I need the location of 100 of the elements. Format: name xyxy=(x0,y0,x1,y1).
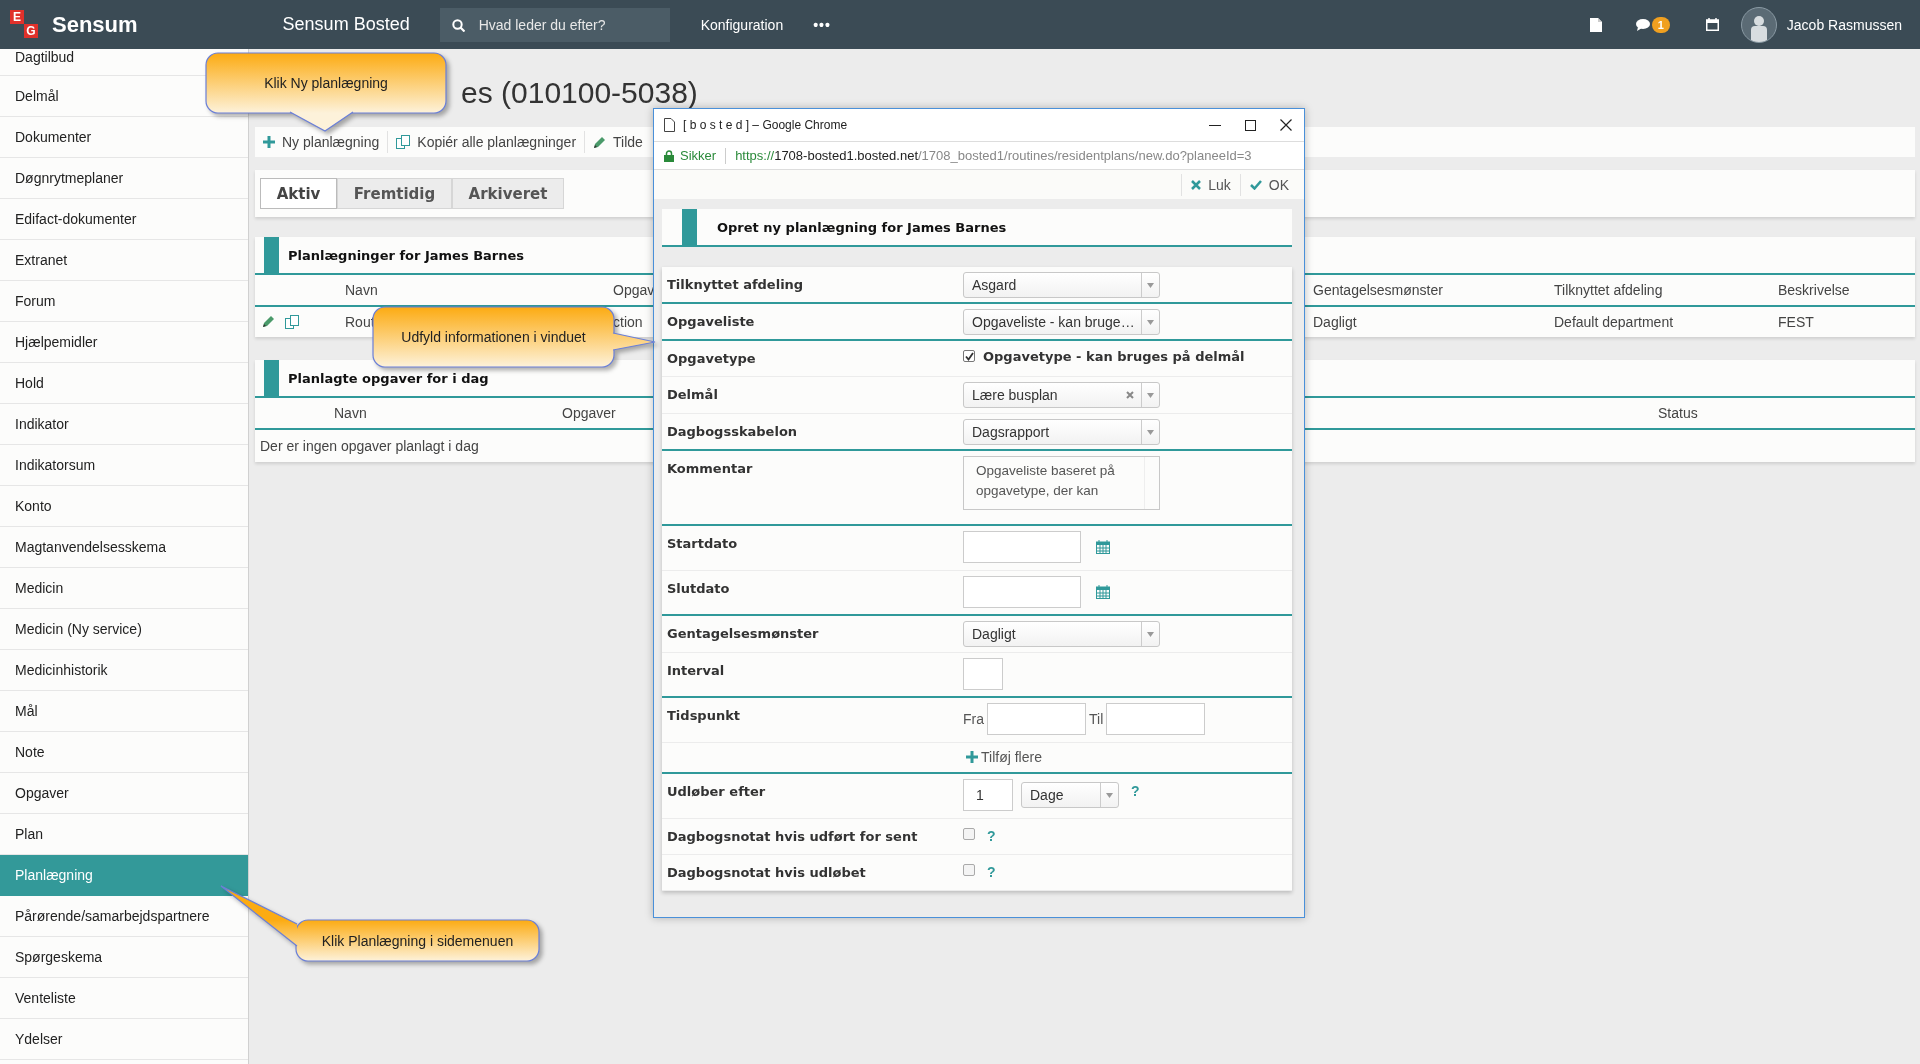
menu-link[interactable]: Konfiguration xyxy=(700,16,784,33)
sidebar-item[interactable]: Medicin (Ny service) xyxy=(0,609,248,650)
field-label: Tidspunkt xyxy=(667,708,741,723)
sidebar-item[interactable]: Medicin xyxy=(0,568,248,609)
panel-title: Planlægninger for James Barnes xyxy=(288,247,525,263)
plus-icon xyxy=(966,751,978,763)
time-field[interactable] xyxy=(1106,703,1206,735)
lock-icon xyxy=(664,149,674,162)
select-field[interactable]: Dagligt xyxy=(963,621,1160,647)
column-header: Navn xyxy=(345,282,378,298)
select-field[interactable]: Lære busplan xyxy=(963,382,1160,408)
pencil-icon[interactable] xyxy=(593,135,607,149)
select-field[interactable]: Dage xyxy=(1021,782,1119,808)
table-cell: Dagligt xyxy=(1313,314,1357,330)
table-cell: Rout xyxy=(345,314,375,330)
page-title: es (010100-5038) xyxy=(461,76,698,110)
sidebar-item[interactable]: Medicinhistorik xyxy=(0,650,248,691)
from-label: Fra xyxy=(963,711,984,727)
column-header: Beskrivelse xyxy=(1778,282,1850,298)
select-field[interactable]: Asgard xyxy=(963,272,1160,298)
sidebar-item[interactable]: Extranet xyxy=(0,240,248,281)
address-url[interactable]: https://1708-bosted1.bosted.net/1708_bosted1/routines/residentplans/new.do?planeeId=3 xyxy=(735,148,1252,163)
user-name[interactable]: Jacob Rasmussen xyxy=(1786,16,1902,33)
comment-field[interactable]: Opgaveliste baseret på opgavetype, der kan xyxy=(963,456,1160,510)
field-label: Gentagelsesmønster xyxy=(667,626,819,641)
copy-icon[interactable] xyxy=(285,315,299,329)
table-cell: Default department xyxy=(1554,314,1674,330)
checkbox-label: Opgavetype - kan bruges på delmål xyxy=(983,349,1245,364)
select-field[interactable]: Dagsrapport xyxy=(963,419,1160,445)
avatar[interactable] xyxy=(1740,6,1777,43)
sidebar-item[interactable]: Indikator xyxy=(0,404,248,445)
field-label: Slutdato xyxy=(667,581,730,596)
caret-icon xyxy=(1147,319,1154,325)
close-button[interactable]: Luk xyxy=(1181,173,1240,196)
sidebar-item[interactable]: Opgaver xyxy=(0,773,248,814)
search-icon xyxy=(451,18,465,32)
sidebar-item[interactable]: Spørgeskema xyxy=(0,937,248,978)
caret-icon xyxy=(1147,429,1154,435)
column-header: Tilknyttet afdeling xyxy=(1554,282,1663,298)
brand-name: Sensum xyxy=(52,11,138,38)
field-label: Dagbogsnotat hvis udløbet xyxy=(667,865,866,880)
add-more-link[interactable]: Tilføj flere xyxy=(966,749,1042,765)
field-label: Dagbogsskabelon xyxy=(667,424,798,439)
toolbar-button[interactable]: Ny planlægning xyxy=(263,134,380,150)
search-field[interactable]: Hvad leder du efter? xyxy=(439,7,670,42)
panel-title: Planlagte opgaver for i dag xyxy=(288,370,489,386)
column-header: Gentagelsesmønster xyxy=(1313,282,1443,298)
close-icon xyxy=(1191,179,1202,190)
to-label: Til xyxy=(1089,711,1104,727)
app-name[interactable]: Sensum Bosted xyxy=(282,14,410,35)
document-icon[interactable] xyxy=(1589,17,1602,32)
interval-field[interactable] xyxy=(963,658,1003,690)
column-header: Opgaver xyxy=(562,405,616,421)
window-title: [ b o s t e d ] – Google Chrome xyxy=(683,118,848,132)
time-field[interactable] xyxy=(987,703,1086,735)
toolbar-button[interactable]: Tilde xyxy=(593,134,643,150)
secure-label: Sikker xyxy=(680,148,717,163)
sidebar-item[interactable]: Hold xyxy=(0,363,248,404)
maximize-icon[interactable] xyxy=(1245,119,1256,131)
close-icon[interactable] xyxy=(1280,119,1292,131)
sidebar-item[interactable]: Hjælpemidler xyxy=(0,322,248,363)
number-field[interactable]: 1 xyxy=(963,779,1013,811)
page-icon xyxy=(664,118,675,132)
date-field[interactable] xyxy=(963,531,1081,563)
tab[interactable]: Arkiveret xyxy=(452,178,564,209)
select-field[interactable]: Opgaveliste - kan bruge… xyxy=(963,309,1160,335)
sidebar-item[interactable]: Dokumenter xyxy=(0,117,248,158)
checkbox[interactable] xyxy=(963,864,975,876)
field-label: Opgaveliste xyxy=(667,314,755,329)
field-label: Opgavetype xyxy=(667,351,756,366)
date-field[interactable] xyxy=(963,576,1081,608)
copy-icon[interactable] xyxy=(396,135,411,149)
toolbar-button[interactable]: Kopiér alle planlægninger xyxy=(396,134,577,150)
checkbox[interactable] xyxy=(963,350,975,362)
sidebar-item[interactable]: Magtanvendelsesskema xyxy=(0,527,248,568)
clear-icon[interactable] xyxy=(1126,391,1134,399)
sidebar-item[interactable]: Mål xyxy=(0,691,248,732)
sidebar-item[interactable]: Venteliste xyxy=(0,978,248,1019)
sidebar-item[interactable]: Forum xyxy=(0,281,248,322)
empty-message: Der er ingen opgaver planlagt i dag xyxy=(260,438,479,454)
ok-button[interactable]: OK xyxy=(1239,173,1298,196)
sidebar-item[interactable]: Indikatorsum xyxy=(0,445,248,486)
more-button[interactable]: ••• xyxy=(813,16,831,33)
caret-icon xyxy=(1106,792,1113,798)
sidebar-item[interactable]: Konto xyxy=(0,486,248,527)
column-header: Navn xyxy=(334,405,367,421)
tab[interactable]: Fremtidig xyxy=(337,178,452,209)
sidebar-item[interactable]: Ydelser xyxy=(0,1019,248,1060)
sidebar-item[interactable]: Døgnrytmeplaner xyxy=(0,158,248,199)
column-header: Status xyxy=(1658,405,1698,421)
caret-icon xyxy=(1147,282,1154,288)
sidebar-item[interactable]: Note xyxy=(0,732,248,773)
pencil-icon[interactable] xyxy=(262,315,275,328)
caret-icon xyxy=(1147,631,1154,637)
field-label: Kommentar xyxy=(667,461,753,476)
checkbox[interactable] xyxy=(963,828,975,840)
notification-badge: 1 xyxy=(1651,16,1670,33)
sidebar-item[interactable]: Edifact-dokumenter xyxy=(0,199,248,240)
tab[interactable]: Aktiv xyxy=(260,178,337,209)
chat-icon[interactable] xyxy=(1635,18,1650,31)
